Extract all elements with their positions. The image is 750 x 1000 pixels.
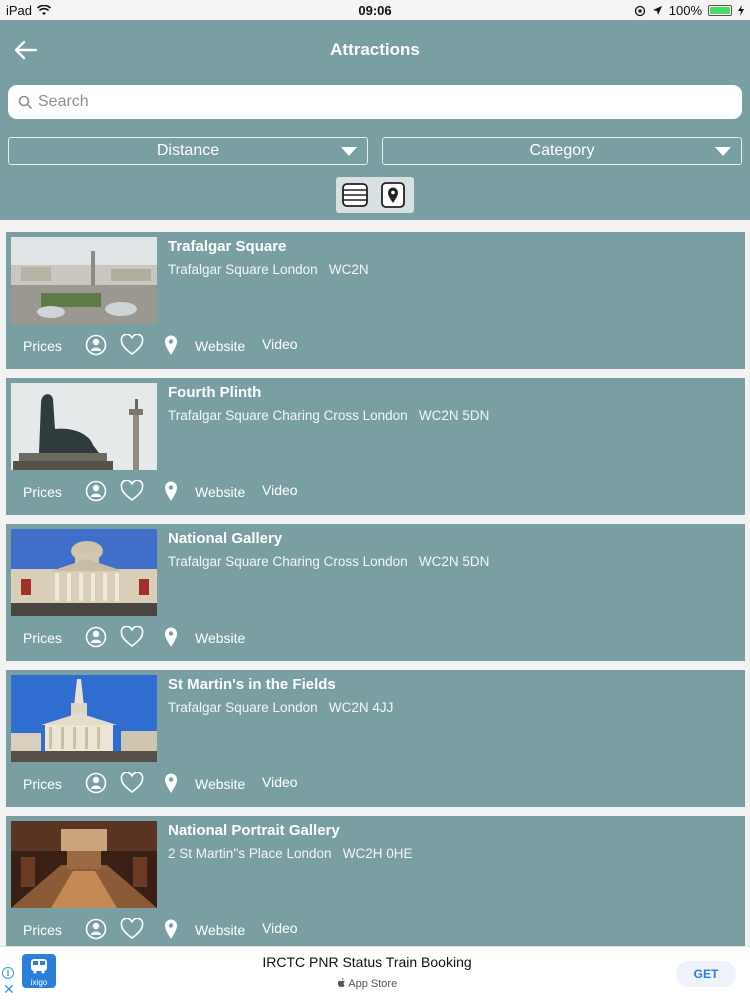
prices-link[interactable]: Prices (23, 772, 62, 796)
person-icon[interactable] (85, 772, 107, 794)
apple-icon (337, 978, 345, 987)
website-link[interactable]: Website (195, 772, 245, 796)
map-view-button[interactable] (380, 182, 406, 208)
location-arrow-icon (652, 6, 662, 15)
attraction-actions: Prices Website (23, 626, 723, 650)
orientation-lock-icon (634, 5, 645, 16)
category-dropdown-label: Category (529, 142, 595, 159)
view-toggle (336, 177, 414, 213)
website-link[interactable]: Website (195, 334, 245, 358)
charging-icon (738, 5, 744, 16)
distance-dropdown-label: Distance (156, 142, 220, 159)
map-pin-icon[interactable] (164, 334, 178, 356)
attraction-card[interactable]: Fourth Plinth Trafalgar Square Charing C… (6, 378, 745, 515)
list-view-button[interactable] (342, 182, 368, 208)
attraction-name: St Martin's in the Fields (168, 676, 336, 693)
attraction-name: Fourth Plinth (168, 384, 262, 401)
attraction-card[interactable]: St Martin's in the Fields Trafalgar Squa… (6, 670, 745, 807)
heart-icon[interactable] (120, 334, 144, 356)
video-link[interactable]: Video (262, 332, 298, 356)
attraction-address: Trafalgar Square Charing Cross London WC… (168, 408, 490, 423)
prices-link[interactable]: Prices (23, 626, 62, 650)
person-icon[interactable] (85, 480, 107, 502)
chevron-down-icon (341, 147, 357, 156)
heart-icon[interactable] (120, 480, 144, 502)
heart-icon[interactable] (120, 918, 144, 940)
video-link[interactable]: Video (262, 916, 298, 940)
prices-link[interactable]: Prices (23, 480, 62, 504)
page-title: Attractions (330, 40, 420, 59)
attraction-card[interactable]: Trafalgar Square Trafalgar Square London… (6, 232, 745, 369)
map-pin-icon[interactable] (164, 772, 178, 794)
ad-store: App Store (0, 978, 734, 990)
battery-percent: 100% (668, 3, 702, 18)
attraction-name: Trafalgar Square (168, 238, 287, 255)
attraction-thumbnail (11, 237, 157, 324)
attraction-address: Trafalgar Square London WC2N 4JJ (168, 700, 394, 715)
search-icon (18, 95, 32, 109)
prices-link[interactable]: Prices (23, 918, 62, 942)
ad-headline: IRCTC PNR Status Train Booking (262, 954, 472, 970)
distance-dropdown[interactable]: Distance (8, 137, 368, 165)
header: Attractions Distance Category (0, 20, 750, 220)
ad-get-button[interactable]: GET (676, 961, 736, 987)
attraction-thumbnail (11, 383, 157, 470)
map-pin-icon[interactable] (164, 480, 178, 502)
attraction-address: Trafalgar Square London WC2N (168, 262, 369, 277)
category-dropdown[interactable]: Category (382, 137, 742, 165)
attraction-address: Trafalgar Square Charing Cross London WC… (168, 554, 490, 569)
person-icon[interactable] (85, 918, 107, 940)
attraction-thumbnail (11, 529, 157, 616)
list-view-icon (342, 183, 368, 207)
attraction-name: National Portrait Gallery (168, 822, 340, 839)
ad-store-label: App Store (348, 978, 398, 990)
video-link[interactable]: Video (262, 770, 298, 794)
status-bar: iPad 09:06 100% (0, 0, 750, 20)
heart-icon[interactable] (120, 772, 144, 794)
chevron-down-icon (715, 147, 731, 156)
attraction-actions: Prices Website Video (23, 772, 723, 796)
video-link[interactable]: Video (262, 478, 298, 502)
prices-link[interactable]: Prices (23, 334, 62, 358)
attraction-actions: Prices Website Video (23, 918, 723, 942)
map-pin-view-icon (381, 182, 405, 208)
battery-icon (708, 5, 732, 16)
attraction-address: 2 St Martin''s Place London WC2H 0HE (168, 846, 413, 861)
website-link[interactable]: Website (195, 480, 245, 504)
map-pin-icon[interactable] (164, 626, 178, 648)
attraction-actions: Prices Website Video (23, 480, 723, 504)
website-link[interactable]: Website (195, 918, 245, 942)
attraction-card[interactable]: National Portrait Gallery 2 St Martin''s… (6, 816, 745, 953)
heart-icon[interactable] (120, 626, 144, 648)
website-link[interactable]: Website (195, 626, 245, 650)
search-bar[interactable] (8, 85, 742, 119)
ad-banner[interactable]: i ✕ ixigo IRCTC PNR Status Train Booking… (0, 946, 750, 1000)
person-icon[interactable] (85, 334, 107, 356)
attraction-actions: Prices Website Video (23, 334, 723, 358)
attraction-card[interactable]: National Gallery Trafalgar Square Charin… (6, 524, 745, 661)
attraction-thumbnail (11, 675, 157, 762)
person-icon[interactable] (85, 626, 107, 648)
attraction-name: National Gallery (168, 530, 283, 547)
search-input[interactable] (38, 88, 718, 116)
attraction-thumbnail (11, 821, 157, 908)
map-pin-icon[interactable] (164, 918, 178, 940)
